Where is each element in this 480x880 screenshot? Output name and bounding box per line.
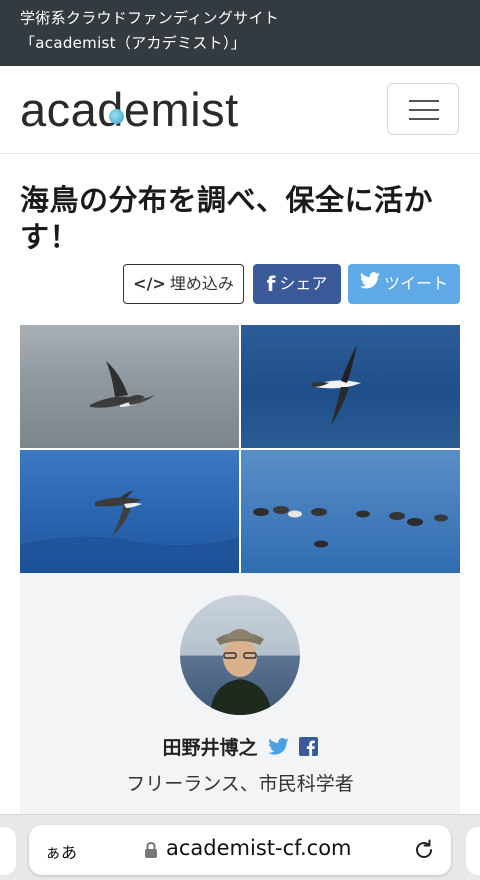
twitter-icon — [359, 264, 380, 304]
main-content: 海鳥の分布を調べ、保全に活かす！ </> 埋め込み f シェア ツイート 田野井… — [0, 154, 480, 814]
reader-settings-button[interactable]: ぁあ — [45, 839, 77, 863]
proposer-avatar[interactable] — [180, 595, 300, 715]
facebook-icon: f — [266, 272, 276, 296]
seabird-photo-1 — [20, 325, 239, 448]
academist-logo[interactable]: academist — [20, 85, 239, 135]
seabird-photo-2 — [241, 325, 460, 448]
hamburger-line-icon — [409, 109, 439, 111]
tweet-label: ツイート — [383, 274, 448, 293]
url-text: academist-cf.com — [166, 836, 352, 860]
proposer-profile-card: 田野井博之 フリーランス、市民科学者 — [20, 573, 460, 814]
seabird-photo-3 — [20, 450, 239, 573]
page-title: 海鳥の分布を調べ、保全に活かす！ — [20, 183, 434, 254]
project-photo-grid[interactable] — [20, 325, 460, 573]
previous-tab-edge[interactable] — [0, 827, 16, 875]
navbar: academist — [0, 66, 480, 154]
reload-icon[interactable] — [412, 838, 436, 866]
hamburger-menu-button[interactable] — [387, 83, 459, 135]
top-banner: 学術系クラウドファンディングサイト 「academist（アカデミスト）」 — [0, 0, 480, 66]
tweet-button[interactable]: ツイート — [348, 264, 460, 304]
browser-bottom-bar: ぁあ academist-cf.com — [0, 814, 480, 880]
facebook-icon[interactable] — [298, 737, 318, 756]
logo-text: academist — [20, 83, 239, 136]
address-bar[interactable]: ぁあ academist-cf.com — [29, 825, 451, 875]
banner-line-1: 学術系クラウドファンディングサイト — [20, 9, 280, 27]
logo-dot-icon — [109, 109, 124, 124]
proposer-name: 田野井博之 — [162, 737, 258, 759]
embed-label: 埋め込み — [169, 274, 234, 293]
next-tab-edge[interactable] — [466, 827, 480, 875]
proposer-role: フリーランス、市民科学者 — [126, 773, 354, 795]
code-icon: </> — [133, 274, 166, 293]
hamburger-line-icon — [409, 100, 439, 102]
proposer-name-row: 田野井博之 — [20, 733, 460, 760]
lock-icon — [144, 841, 158, 863]
embed-button[interactable]: </> 埋め込み — [123, 264, 244, 304]
facebook-share-label: シェア — [279, 274, 328, 293]
seabird-flock-photo — [241, 450, 460, 573]
hamburger-line-icon — [409, 118, 439, 120]
facebook-share-button[interactable]: f シェア — [253, 264, 341, 304]
banner-line-2: 「academist（アカデミスト）」 — [20, 34, 247, 52]
twitter-icon[interactable] — [267, 738, 289, 755]
